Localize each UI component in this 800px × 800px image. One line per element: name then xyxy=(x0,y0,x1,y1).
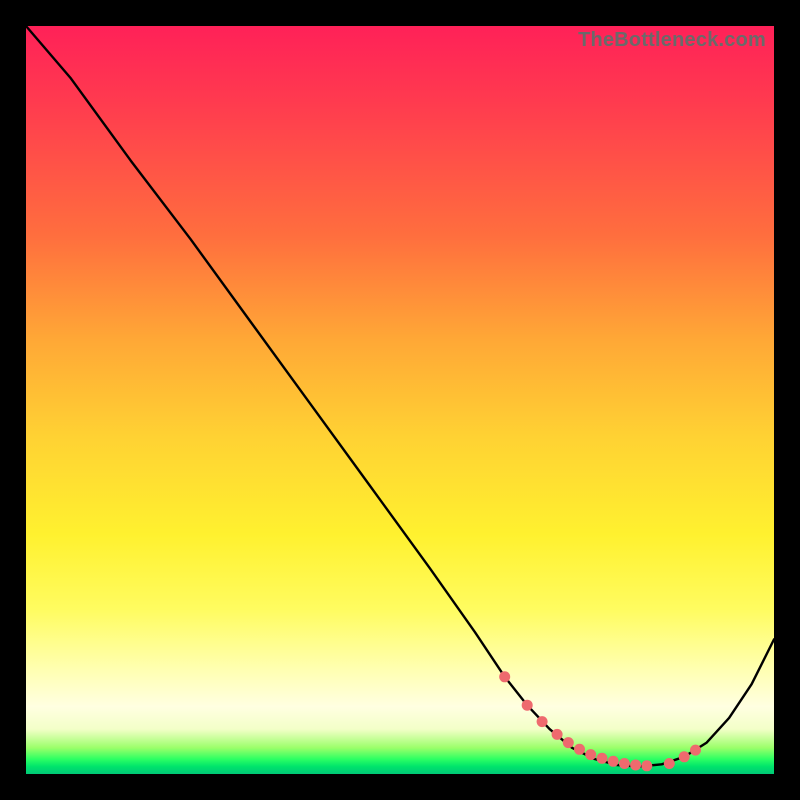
trough-marker-dot xyxy=(552,729,563,740)
trough-marker-dot xyxy=(537,716,548,727)
trough-marker-dot xyxy=(608,756,619,767)
trough-marker-dot xyxy=(664,758,675,769)
trough-marker-dot xyxy=(679,751,690,762)
chart-svg xyxy=(26,26,774,774)
trough-marker-dot xyxy=(630,760,641,771)
bottleneck-curve xyxy=(26,26,774,767)
trough-marker-dot xyxy=(563,737,574,748)
trough-marker-dot xyxy=(499,671,510,682)
trough-marker-dot xyxy=(522,700,533,711)
trough-marker-dot xyxy=(690,745,701,756)
trough-marker-dot xyxy=(619,758,630,769)
trough-marker-dot xyxy=(641,760,652,771)
plot-area: TheBottleneck.com xyxy=(26,26,774,774)
trough-marker-dot xyxy=(597,753,608,764)
chart-stage: TheBottleneck.com xyxy=(0,0,800,800)
trough-markers xyxy=(499,671,701,771)
trough-marker-dot xyxy=(574,744,585,755)
trough-marker-dot xyxy=(585,749,596,760)
